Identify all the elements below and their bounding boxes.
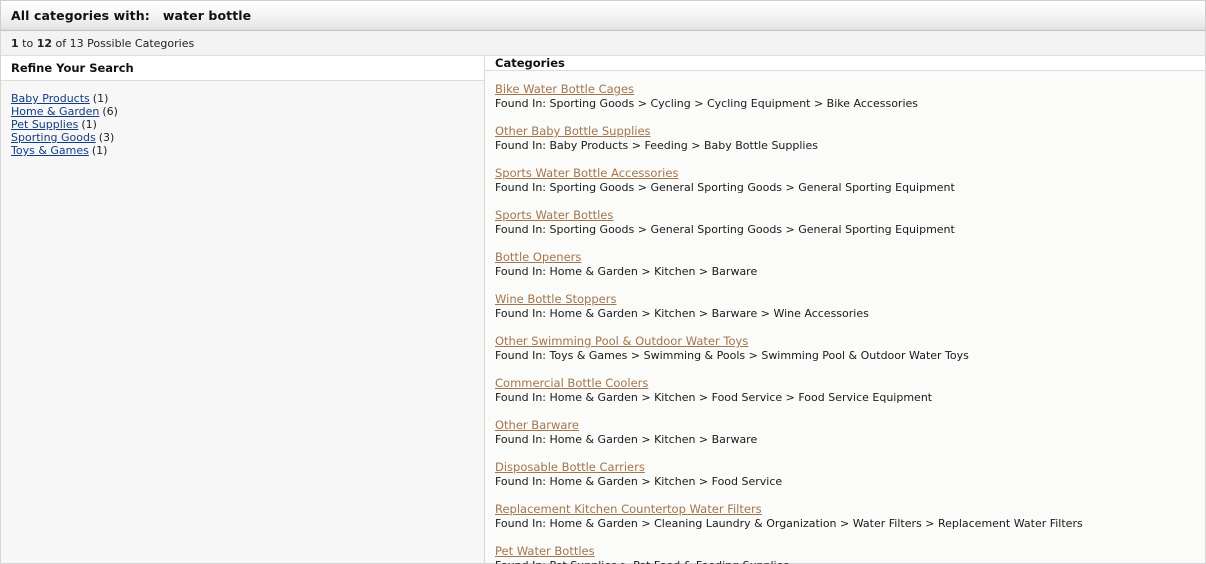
category-link-sports-water-bottle-accessories[interactable]: Sports Water Bottle Accessories xyxy=(495,166,678,180)
list-item: Bike Water Bottle Cages Found In: Sporti… xyxy=(495,82,1195,111)
list-item: Sporting Goods (3) xyxy=(11,131,474,144)
result-range-start: 1 xyxy=(11,36,19,50)
list-item: Home & Garden (6) xyxy=(11,105,474,118)
list-item: Sports Water Bottle Accessories Found In… xyxy=(495,166,1195,195)
list-item: Replacement Kitchen Countertop Water Fil… xyxy=(495,502,1195,531)
list-item: Baby Products (1) xyxy=(11,92,474,105)
category-path: Found In: Home & Garden > Cleaning Laund… xyxy=(495,517,1083,530)
refine-count-baby-products: (1) xyxy=(92,92,109,105)
category-result-list: Bike Water Bottle Cages Found In: Sporti… xyxy=(495,82,1195,564)
result-range-end: 12 xyxy=(36,36,53,50)
category-link-pet-water-bottles[interactable]: Pet Water Bottles xyxy=(495,544,595,558)
category-path: Found In: Home & Garden > Kitchen > Barw… xyxy=(495,433,758,446)
refine-search-panel: Refine Your Search Baby Products (1) Home… xyxy=(1,56,485,563)
main-content: Refine Your Search Baby Products (1) Home… xyxy=(0,56,1206,564)
refine-link-toys-games[interactable]: Toys & Games xyxy=(11,144,89,157)
list-item: Other Barware Found In: Home & Garden > … xyxy=(495,418,1195,447)
list-item: Other Baby Bottle Supplies Found In: Bab… xyxy=(495,124,1195,153)
category-path: Found In: Home & Garden > Kitchen > Barw… xyxy=(495,265,758,278)
category-path: Found In: Home & Garden > Kitchen > Food… xyxy=(495,475,783,488)
refine-filter-list: Baby Products (1) Home & Garden (6) Pet Su… xyxy=(11,92,474,157)
categories-header: Categories xyxy=(485,56,1205,71)
categories-title: Categories xyxy=(495,56,565,70)
refine-count-sporting-goods: (3) xyxy=(98,131,115,144)
category-path: Found In: Sporting Goods > General Sport… xyxy=(495,181,955,194)
refine-count-home-garden: (6) xyxy=(102,105,118,118)
category-link-other-barware[interactable]: Other Barware xyxy=(495,418,579,432)
category-link-bike-water-bottle-cages[interactable]: Bike Water Bottle Cages xyxy=(495,82,634,96)
category-path: Found In: Home & Garden > Kitchen > Food… xyxy=(495,391,933,404)
category-link-wine-bottle-stoppers[interactable]: Wine Bottle Stoppers xyxy=(495,292,616,306)
refine-search-body: Baby Products (1) Home & Garden (6) Pet Su… xyxy=(1,81,484,563)
result-total-text: of 13 Possible Categories xyxy=(52,36,195,50)
page-title-bar: All categories with: water bottle xyxy=(0,0,1206,31)
list-item: Commercial Bottle Coolers Found In: Home… xyxy=(495,376,1195,405)
category-link-commercial-bottle-coolers[interactable]: Commercial Bottle Coolers xyxy=(495,376,648,390)
refine-link-home-garden[interactable]: Home & Garden xyxy=(11,105,99,118)
category-path: Found In: Home & Garden > Kitchen > Barw… xyxy=(495,307,869,320)
refine-count-toys-games: (1) xyxy=(91,144,108,157)
category-link-other-swimming-pool-outdoor-water-toys[interactable]: Other Swimming Pool & Outdoor Water Toys xyxy=(495,334,748,348)
refine-link-sporting-goods[interactable]: Sporting Goods xyxy=(11,131,96,144)
category-link-replacement-kitchen-countertop-water-filters[interactable]: Replacement Kitchen Countertop Water Fil… xyxy=(495,502,762,516)
category-link-other-baby-bottle-supplies[interactable]: Other Baby Bottle Supplies xyxy=(495,124,651,138)
category-path: Found In: Sporting Goods > Cycling > Cyc… xyxy=(495,97,918,110)
category-path: Found In: Pet Supplies > Pet Food & Feed… xyxy=(495,559,1195,564)
search-query-text: water bottle xyxy=(162,8,252,23)
category-path: Found In: Toys & Games > Swimming & Pool… xyxy=(495,349,969,362)
list-item: Pet Supplies (1) xyxy=(11,118,474,131)
result-count-bar: 1 to 12 of 13 Possible Categories xyxy=(0,31,1206,56)
category-link-disposable-bottle-carriers[interactable]: Disposable Bottle Carriers xyxy=(495,460,645,474)
refine-search-title: Refine Your Search xyxy=(11,61,134,75)
list-item: Wine Bottle Stoppers Found In: Home & Ga… xyxy=(495,292,1195,321)
category-search-page: All categories with: water bottle 1 to 1… xyxy=(0,0,1206,564)
list-item: Toys & Games (1) xyxy=(11,144,474,157)
refine-link-baby-products[interactable]: Baby Products xyxy=(11,92,90,105)
result-range-separator: to xyxy=(18,36,37,50)
category-path: Found In: Baby Products > Feeding > Baby… xyxy=(495,139,818,152)
list-item: Bottle Openers Found In: Home & Garden >… xyxy=(495,250,1195,279)
refine-link-pet-supplies[interactable]: Pet Supplies xyxy=(11,118,78,131)
category-path: Found In: Sporting Goods > General Sport… xyxy=(495,223,955,236)
list-item: Disposable Bottle Carriers Found In: Hom… xyxy=(495,460,1195,489)
categories-panel: Categories Bike Water Bottle Cages Found… xyxy=(485,56,1205,564)
refine-count-pet-supplies: (1) xyxy=(81,118,97,131)
list-item: Other Swimming Pool & Outdoor Water Toys… xyxy=(495,334,1195,363)
category-link-sports-water-bottles[interactable]: Sports Water Bottles xyxy=(495,208,613,222)
categories-body: Bike Water Bottle Cages Found In: Sporti… xyxy=(485,71,1205,564)
refine-search-header: Refine Your Search xyxy=(1,56,484,81)
page-title-label: All categories with: xyxy=(11,8,150,23)
list-item: Pet Water Bottles Found In: Pet Supplies… xyxy=(495,544,1195,564)
category-link-bottle-openers[interactable]: Bottle Openers xyxy=(495,250,581,264)
list-item: Sports Water Bottles Found In: Sporting … xyxy=(495,208,1195,237)
